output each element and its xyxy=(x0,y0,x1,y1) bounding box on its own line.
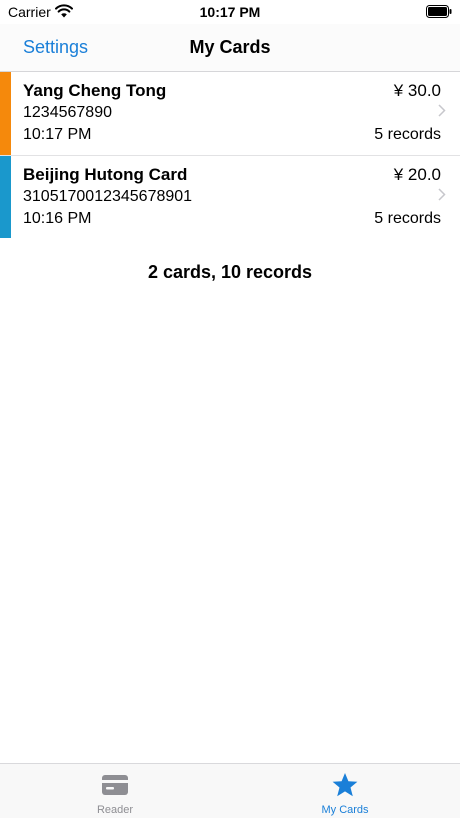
card-time: 10:17 PM xyxy=(23,126,92,143)
card-balance: ¥ 20.0 xyxy=(393,165,441,184)
settings-button[interactable]: Settings xyxy=(23,37,88,58)
chevron-right-icon xyxy=(438,188,446,201)
card-icon xyxy=(102,775,128,795)
card-color-bar xyxy=(0,156,11,238)
card-records: 5 records xyxy=(374,210,441,227)
card-name: Yang Cheng Tong xyxy=(23,81,167,100)
navigation-bar: Settings My Cards xyxy=(0,24,460,72)
status-time: 10:17 PM xyxy=(199,4,261,20)
tab-label: Reader xyxy=(96,804,134,816)
cards-summary: 2 cards, 10 records xyxy=(147,262,313,282)
card-number: 3105170012345678901 xyxy=(23,188,193,205)
card-name: Beijing Hutong Card xyxy=(23,165,188,184)
card-balance: ¥ 30.0 xyxy=(393,81,441,100)
status-bar: Carrier 10:17 PM xyxy=(0,0,460,24)
card-list: Yang Cheng Tong 1234567890 10:17 PM ¥ 30… xyxy=(0,72,460,238)
star-icon xyxy=(332,773,358,797)
tab-label: My Cards xyxy=(321,804,369,816)
card-color-bar xyxy=(0,72,11,155)
card-records: 5 records xyxy=(374,126,441,143)
card-time: 10:16 PM xyxy=(23,210,92,227)
tab-bar: Reader My Cards xyxy=(0,763,460,818)
card-row-yang-cheng-tong[interactable]: Yang Cheng Tong 1234567890 10:17 PM ¥ 30… xyxy=(0,72,460,155)
tab-my-cards[interactable]: My Cards xyxy=(230,764,460,818)
battery-icon xyxy=(426,5,452,18)
tab-reader[interactable]: Reader xyxy=(0,764,230,818)
chevron-right-icon xyxy=(438,104,446,117)
card-number: 1234567890 xyxy=(23,104,112,121)
card-row-beijing-hutong[interactable]: Beijing Hutong Card 3105170012345678901 … xyxy=(0,155,460,238)
